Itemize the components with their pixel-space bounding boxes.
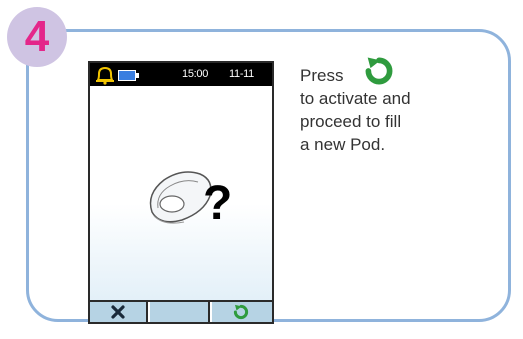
softkey-bar: [90, 300, 272, 322]
question-mark: ?: [203, 177, 233, 230]
instruction-line-4: a new Pod.: [300, 135, 386, 154]
status-date: 11-11: [229, 68, 255, 80]
battery-icon: [118, 70, 139, 81]
pdm-device-screen: 15:00 11-11 ?: [88, 61, 274, 324]
instruction-text: Press to activate and proceed to fill a …: [300, 64, 500, 156]
middle-softkey[interactable]: [150, 302, 210, 322]
refresh-icon: [233, 304, 249, 320]
activate-softkey[interactable]: [212, 302, 272, 322]
refresh-icon: [365, 57, 393, 85]
instruction-line-2: to activate and: [300, 89, 411, 108]
status-bar: 15:00 11-11: [90, 63, 272, 86]
instruction-line-3: proceed to fill: [300, 112, 402, 131]
cancel-softkey[interactable]: [90, 302, 148, 322]
step-number-badge: 4: [7, 7, 67, 67]
instruction-line-1: Press: [300, 66, 344, 85]
close-x-icon: [111, 305, 125, 319]
bell-icon: [96, 66, 114, 85]
screen-area: ?: [90, 86, 272, 300]
status-time: 15:00: [182, 68, 209, 80]
